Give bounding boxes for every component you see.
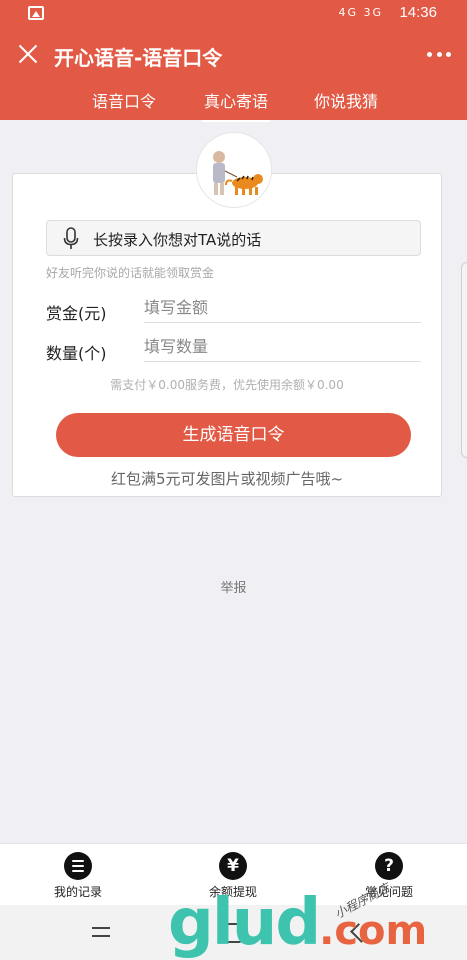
generate-voice-command-button[interactable]: 生成语音口令 [56, 413, 411, 457]
tab-bar: 语音口令 真心寄语 你说我猜 [0, 84, 467, 122]
quantity-label: 数量(个) [46, 344, 107, 363]
page-title: 开心语音-语音口令 [54, 46, 223, 70]
quantity-input[interactable] [144, 332, 421, 362]
reward-label: 赏金(元) [46, 304, 107, 323]
side-scroll-handle[interactable] [461, 262, 467, 458]
close-icon[interactable] [16, 42, 40, 66]
app-header: 开心语音-语音口令 语音口令 真心寄语 你说我猜 [0, 28, 467, 122]
tab-voice-command[interactable]: 语音口令 [92, 88, 156, 112]
tabbar-label-my-records: 我的记录 [53, 885, 102, 899]
ad-tip-text: 红包满5元可发图片或视频广告哦~ [110, 470, 344, 488]
service-fee-text: 需支付￥0.00服务费，优先使用余额￥0.00 [110, 378, 344, 392]
record-hint: 好友听完你说的话就能领取赏金 [46, 266, 215, 280]
more-options-icon[interactable] [427, 52, 451, 58]
list-icon [64, 852, 92, 880]
report-link[interactable]: 举报 [0, 577, 467, 596]
recent-apps-icon[interactable] [92, 923, 112, 941]
status-bar: 4G 3G 14:36 [0, 0, 467, 28]
question-icon: ? [375, 852, 403, 880]
record-voice-button[interactable]: 长按录入你想对TA说的话 [46, 220, 421, 256]
reward-amount-input[interactable] [144, 293, 421, 323]
tab-you-say-i-guess[interactable]: 你说我猜 [314, 88, 378, 112]
watermark-logo: glud.com [168, 888, 427, 960]
tab-heartfelt-message[interactable]: 真心寄语 [201, 88, 271, 122]
microphone-icon [63, 227, 79, 249]
record-voice-label: 长按录入你想对TA说的话 [93, 231, 262, 249]
network-indicators: 4G 3G [338, 6, 383, 19]
tabbar-item-my-records[interactable]: 我的记录 [18, 852, 138, 900]
gallery-notification-icon [28, 6, 44, 20]
tiger-walker-illustration [213, 151, 263, 195]
avatar [196, 132, 272, 208]
watermark-brand: glud [168, 886, 321, 960]
yen-icon: ¥ [219, 852, 247, 880]
status-clock: 14:36 [399, 4, 437, 21]
